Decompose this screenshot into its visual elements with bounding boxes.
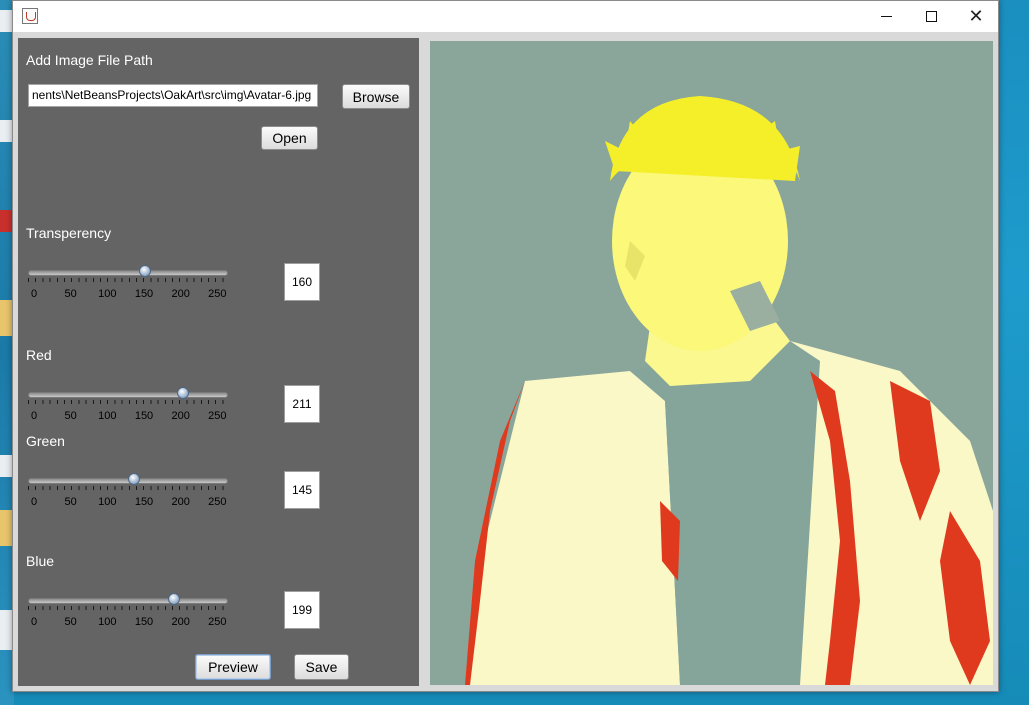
app-window: ✕ Add Image File Path nents\NetBeansProj… (12, 0, 999, 692)
transparency-label: Transperency (26, 225, 112, 241)
preview-image (430, 41, 993, 685)
green-slider[interactable]: 0 50 100 150 200 250 (26, 473, 228, 514)
slider-track (28, 270, 228, 276)
slider-ticks (28, 278, 226, 285)
red-slider[interactable]: 0 50 100 150 200 250 (26, 387, 228, 428)
slider-tick-label: 250 (208, 410, 227, 422)
slider-thumb[interactable] (176, 387, 189, 399)
browse-button[interactable]: Browse (342, 84, 410, 109)
minimize-button[interactable] (863, 1, 909, 32)
open-button[interactable]: Open (261, 126, 318, 150)
slider-ticks (28, 486, 226, 493)
slider-tick-label: 50 (64, 288, 77, 300)
close-button[interactable]: ✕ (953, 1, 999, 32)
slider-tick-label: 200 (171, 616, 190, 628)
slider-tick-label: 200 (171, 288, 190, 300)
file-path-input[interactable]: nents\NetBeansProjects\OakArt\src\img\Av… (28, 84, 318, 107)
minimize-icon (880, 16, 892, 17)
close-icon: ✕ (968, 5, 984, 27)
slider-thumb[interactable] (167, 593, 180, 605)
blue-value[interactable]: 199 (284, 591, 320, 629)
slider-tick-label: 100 (98, 288, 117, 300)
file-path-value: nents\NetBeansProjects\OakArt\src\img\Av… (32, 88, 312, 102)
slider-tick-label: 150 (134, 288, 154, 300)
maximize-icon (925, 11, 937, 22)
save-button[interactable]: Save (294, 654, 349, 680)
slider-track (28, 598, 228, 604)
slider-track (28, 392, 228, 398)
slider-tick-label: 200 (171, 496, 190, 508)
maximize-button[interactable] (908, 1, 954, 32)
slider-tick-label: 0 (30, 410, 38, 422)
transparency-slider[interactable]: 0 50 100 150 200 250 (26, 265, 228, 306)
slider-tick-label: 150 (134, 496, 154, 508)
slider-tick-label: 0 (30, 288, 38, 300)
preview-button[interactable]: Preview (195, 654, 271, 680)
blue-label: Blue (26, 553, 55, 569)
slider-tick-label: 150 (134, 616, 154, 628)
slider-ticks (28, 400, 226, 407)
slider-tick-label: 100 (98, 616, 117, 628)
transparency-value[interactable]: 160 (284, 263, 320, 301)
slider-ticks (28, 606, 226, 613)
slider-tick-label: 50 (64, 410, 77, 422)
java-app-icon (22, 8, 38, 24)
red-value[interactable]: 211 (284, 385, 320, 423)
slider-tick-label: 250 (208, 616, 227, 628)
slider-tick-label: 200 (171, 410, 190, 422)
blue-slider[interactable]: 0 50 100 150 200 250 (26, 593, 228, 634)
slider-tick-label: 0 (30, 616, 38, 628)
slider-tick-label: 50 (64, 496, 77, 508)
slider-tick-label: 100 (98, 496, 117, 508)
title-bar[interactable]: ✕ (13, 1, 998, 32)
image-preview (430, 41, 993, 685)
red-label: Red (26, 347, 52, 363)
green-label: Green (26, 433, 65, 449)
green-value[interactable]: 145 (284, 471, 320, 509)
slider-tick-label: 250 (208, 288, 227, 300)
control-panel: Add Image File Path nents\NetBeansProjec… (18, 38, 419, 686)
slider-tick-label: 100 (98, 410, 117, 422)
slider-tick-label: 150 (134, 410, 154, 422)
file-path-label: Add Image File Path (26, 52, 153, 68)
slider-tick-label: 0 (30, 496, 38, 508)
slider-tick-label: 250 (208, 496, 227, 508)
slider-tick-label: 50 (64, 616, 77, 628)
